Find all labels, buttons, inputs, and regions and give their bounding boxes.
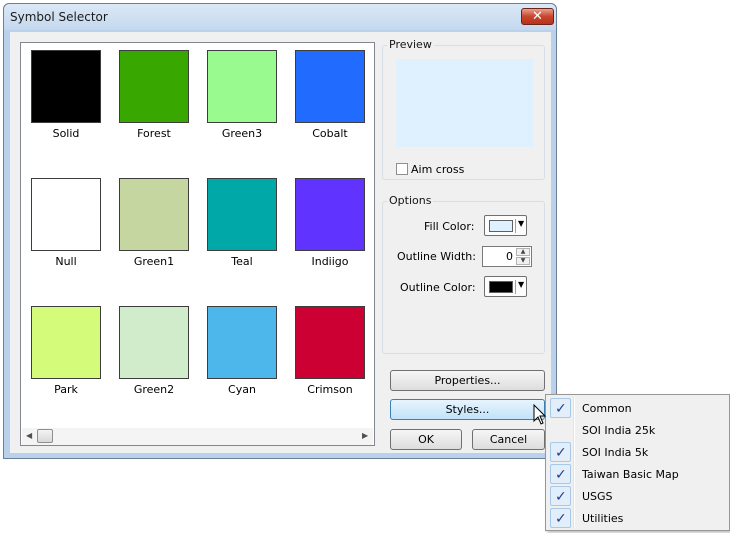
spin-down-icon[interactable]: ▼ xyxy=(516,257,530,265)
symbol-item[interactable]: Park xyxy=(23,299,107,409)
checkmark-icon: ✓ xyxy=(555,511,567,527)
check-icon: ✓ xyxy=(550,398,571,418)
window-title: Symbol Selector xyxy=(10,10,108,24)
checkmark-icon: ✓ xyxy=(555,489,567,505)
symbol-swatch[interactable] xyxy=(207,178,277,251)
symbol-item[interactable]: Crimson xyxy=(287,299,371,409)
styles-menu-item[interactable]: ✓ SOI India 5k xyxy=(548,441,727,463)
symbol-item[interactable]: Forest xyxy=(111,43,195,153)
options-group-label: Options xyxy=(387,194,434,207)
symbol-label: Park xyxy=(54,383,78,396)
fill-color-picker[interactable]: ▼ xyxy=(484,215,527,236)
outline-width-value[interactable]: 0 xyxy=(506,250,513,263)
symbol-label: Green3 xyxy=(221,127,263,140)
outline-color-label: Outline Color: xyxy=(400,281,476,294)
symbol-item[interactable]: Green1 xyxy=(111,171,195,281)
symbol-label: Indiigo xyxy=(311,255,349,268)
check-icon: ✓ xyxy=(550,442,571,462)
chevron-down-icon: ▼ xyxy=(518,280,525,289)
cancel-button[interactable]: Cancel xyxy=(472,429,545,450)
symbol-item[interactable]: Green3 xyxy=(199,43,283,153)
styles-menu-item-label: USGS xyxy=(582,490,613,503)
scroll-right-icon[interactable]: ▶ xyxy=(362,431,368,440)
symbol-swatch[interactable] xyxy=(119,50,189,123)
symbol-label: Crimson xyxy=(307,383,353,396)
chevron-down-icon: ▼ xyxy=(518,219,525,228)
symbol-swatch[interactable] xyxy=(31,306,101,379)
symbol-item[interactable]: Cobalt xyxy=(287,43,371,153)
styles-menu: ✓ Common SOI India 25k ✓ SOI India 5k ✓ Taiwan… xyxy=(545,394,730,531)
symbol-item[interactable]: Cyan xyxy=(199,299,283,409)
ok-button[interactable]: OK xyxy=(390,429,462,450)
properties-button[interactable]: Properties... xyxy=(390,370,545,391)
styles-menu-item-label: Common xyxy=(582,402,632,415)
check-icon: ✓ xyxy=(550,508,571,528)
fill-color-swatch xyxy=(489,220,513,232)
scroll-left-icon[interactable]: ◀ xyxy=(26,431,32,440)
styles-menu-item[interactable]: ✓ Utilities xyxy=(548,507,727,529)
symbol-item[interactable]: Indiigo xyxy=(287,171,371,281)
symbol-label: Cobalt xyxy=(312,127,348,140)
symbol-label: Teal xyxy=(231,255,253,268)
scroll-thumb[interactable] xyxy=(37,429,53,443)
symbol-selector-window: Symbol Selector ✕ Crimson Cyan Green2 Park I… xyxy=(3,3,557,459)
preview-group-label: Preview xyxy=(387,38,434,51)
spin-up-icon[interactable]: ▲ xyxy=(516,248,530,256)
aim-cross-checkbox[interactable] xyxy=(396,163,408,175)
symbol-label: Cyan xyxy=(228,383,256,396)
styles-menu-item-label: SOI India 5k xyxy=(582,446,649,459)
styles-button[interactable]: Styles... xyxy=(390,399,545,420)
symbol-swatch[interactable] xyxy=(207,50,277,123)
symbol-label: Forest xyxy=(137,127,171,140)
outline-color-picker[interactable]: ▼ xyxy=(484,276,527,297)
symbol-label: Green2 xyxy=(133,383,175,396)
outline-width-label: Outline Width: xyxy=(397,250,476,263)
outline-width-stepper[interactable]: 0 ▲ ▼ xyxy=(482,246,532,267)
styles-menu-item[interactable]: ✓ USGS xyxy=(548,485,727,507)
picker-separator xyxy=(515,280,516,294)
styles-menu-item-label: Taiwan Basic Map xyxy=(582,468,679,481)
styles-menu-item[interactable]: ✓ Taiwan Basic Map xyxy=(548,463,727,485)
symbol-item[interactable]: Solid xyxy=(23,43,107,153)
symbol-label: Solid xyxy=(52,127,80,140)
aim-cross-label: Aim cross xyxy=(411,163,465,176)
preview-group: Preview Aim cross xyxy=(382,38,545,180)
symbol-item[interactable]: Teal xyxy=(199,171,283,281)
check-icon: ✓ xyxy=(550,464,571,484)
fill-color-label: Fill Color: xyxy=(424,220,475,233)
dialog-client-area: Crimson Cyan Green2 Park Indiigo Teal Green1 Nu… xyxy=(10,32,551,453)
symbol-swatch[interactable] xyxy=(295,50,365,123)
symbol-swatch[interactable] xyxy=(119,178,189,251)
symbol-swatch[interactable] xyxy=(31,50,101,123)
check-icon: ✓ xyxy=(550,486,571,506)
symbol-swatch[interactable] xyxy=(295,306,365,379)
styles-menu-item-label: Utilities xyxy=(582,512,624,525)
horizontal-scrollbar[interactable]: ◀ ▶ xyxy=(22,428,373,445)
symbol-item[interactable]: Null xyxy=(23,171,107,281)
title-bar: Symbol Selector ✕ xyxy=(4,4,556,30)
symbol-swatch[interactable] xyxy=(207,306,277,379)
picker-separator xyxy=(515,219,516,233)
symbol-preview xyxy=(396,59,533,147)
mouse-pointer-icon xyxy=(533,404,547,425)
symbol-label: Green1 xyxy=(133,255,175,268)
symbol-item[interactable]: Green2 xyxy=(111,299,195,409)
symbol-swatch[interactable] xyxy=(119,306,189,379)
outline-color-swatch xyxy=(489,281,513,293)
symbol-label: Null xyxy=(55,255,77,268)
styles-menu-item[interactable]: ✓ Common xyxy=(548,397,727,419)
symbol-gallery[interactable]: Crimson Cyan Green2 Park Indiigo Teal Green1 Nu… xyxy=(20,42,375,446)
close-button[interactable]: ✕ xyxy=(521,8,554,25)
options-group: Options Fill Color: ▼ Outline Width: 0 ▲… xyxy=(382,194,545,354)
symbol-swatch[interactable] xyxy=(295,178,365,251)
styles-menu-item[interactable]: SOI India 25k xyxy=(548,419,727,441)
checkmark-icon: ✓ xyxy=(555,445,567,461)
styles-menu-item-label: SOI India 25k xyxy=(582,424,656,437)
checkmark-icon: ✓ xyxy=(555,401,567,417)
checkmark-icon: ✓ xyxy=(555,467,567,483)
symbol-swatch[interactable] xyxy=(31,178,101,251)
